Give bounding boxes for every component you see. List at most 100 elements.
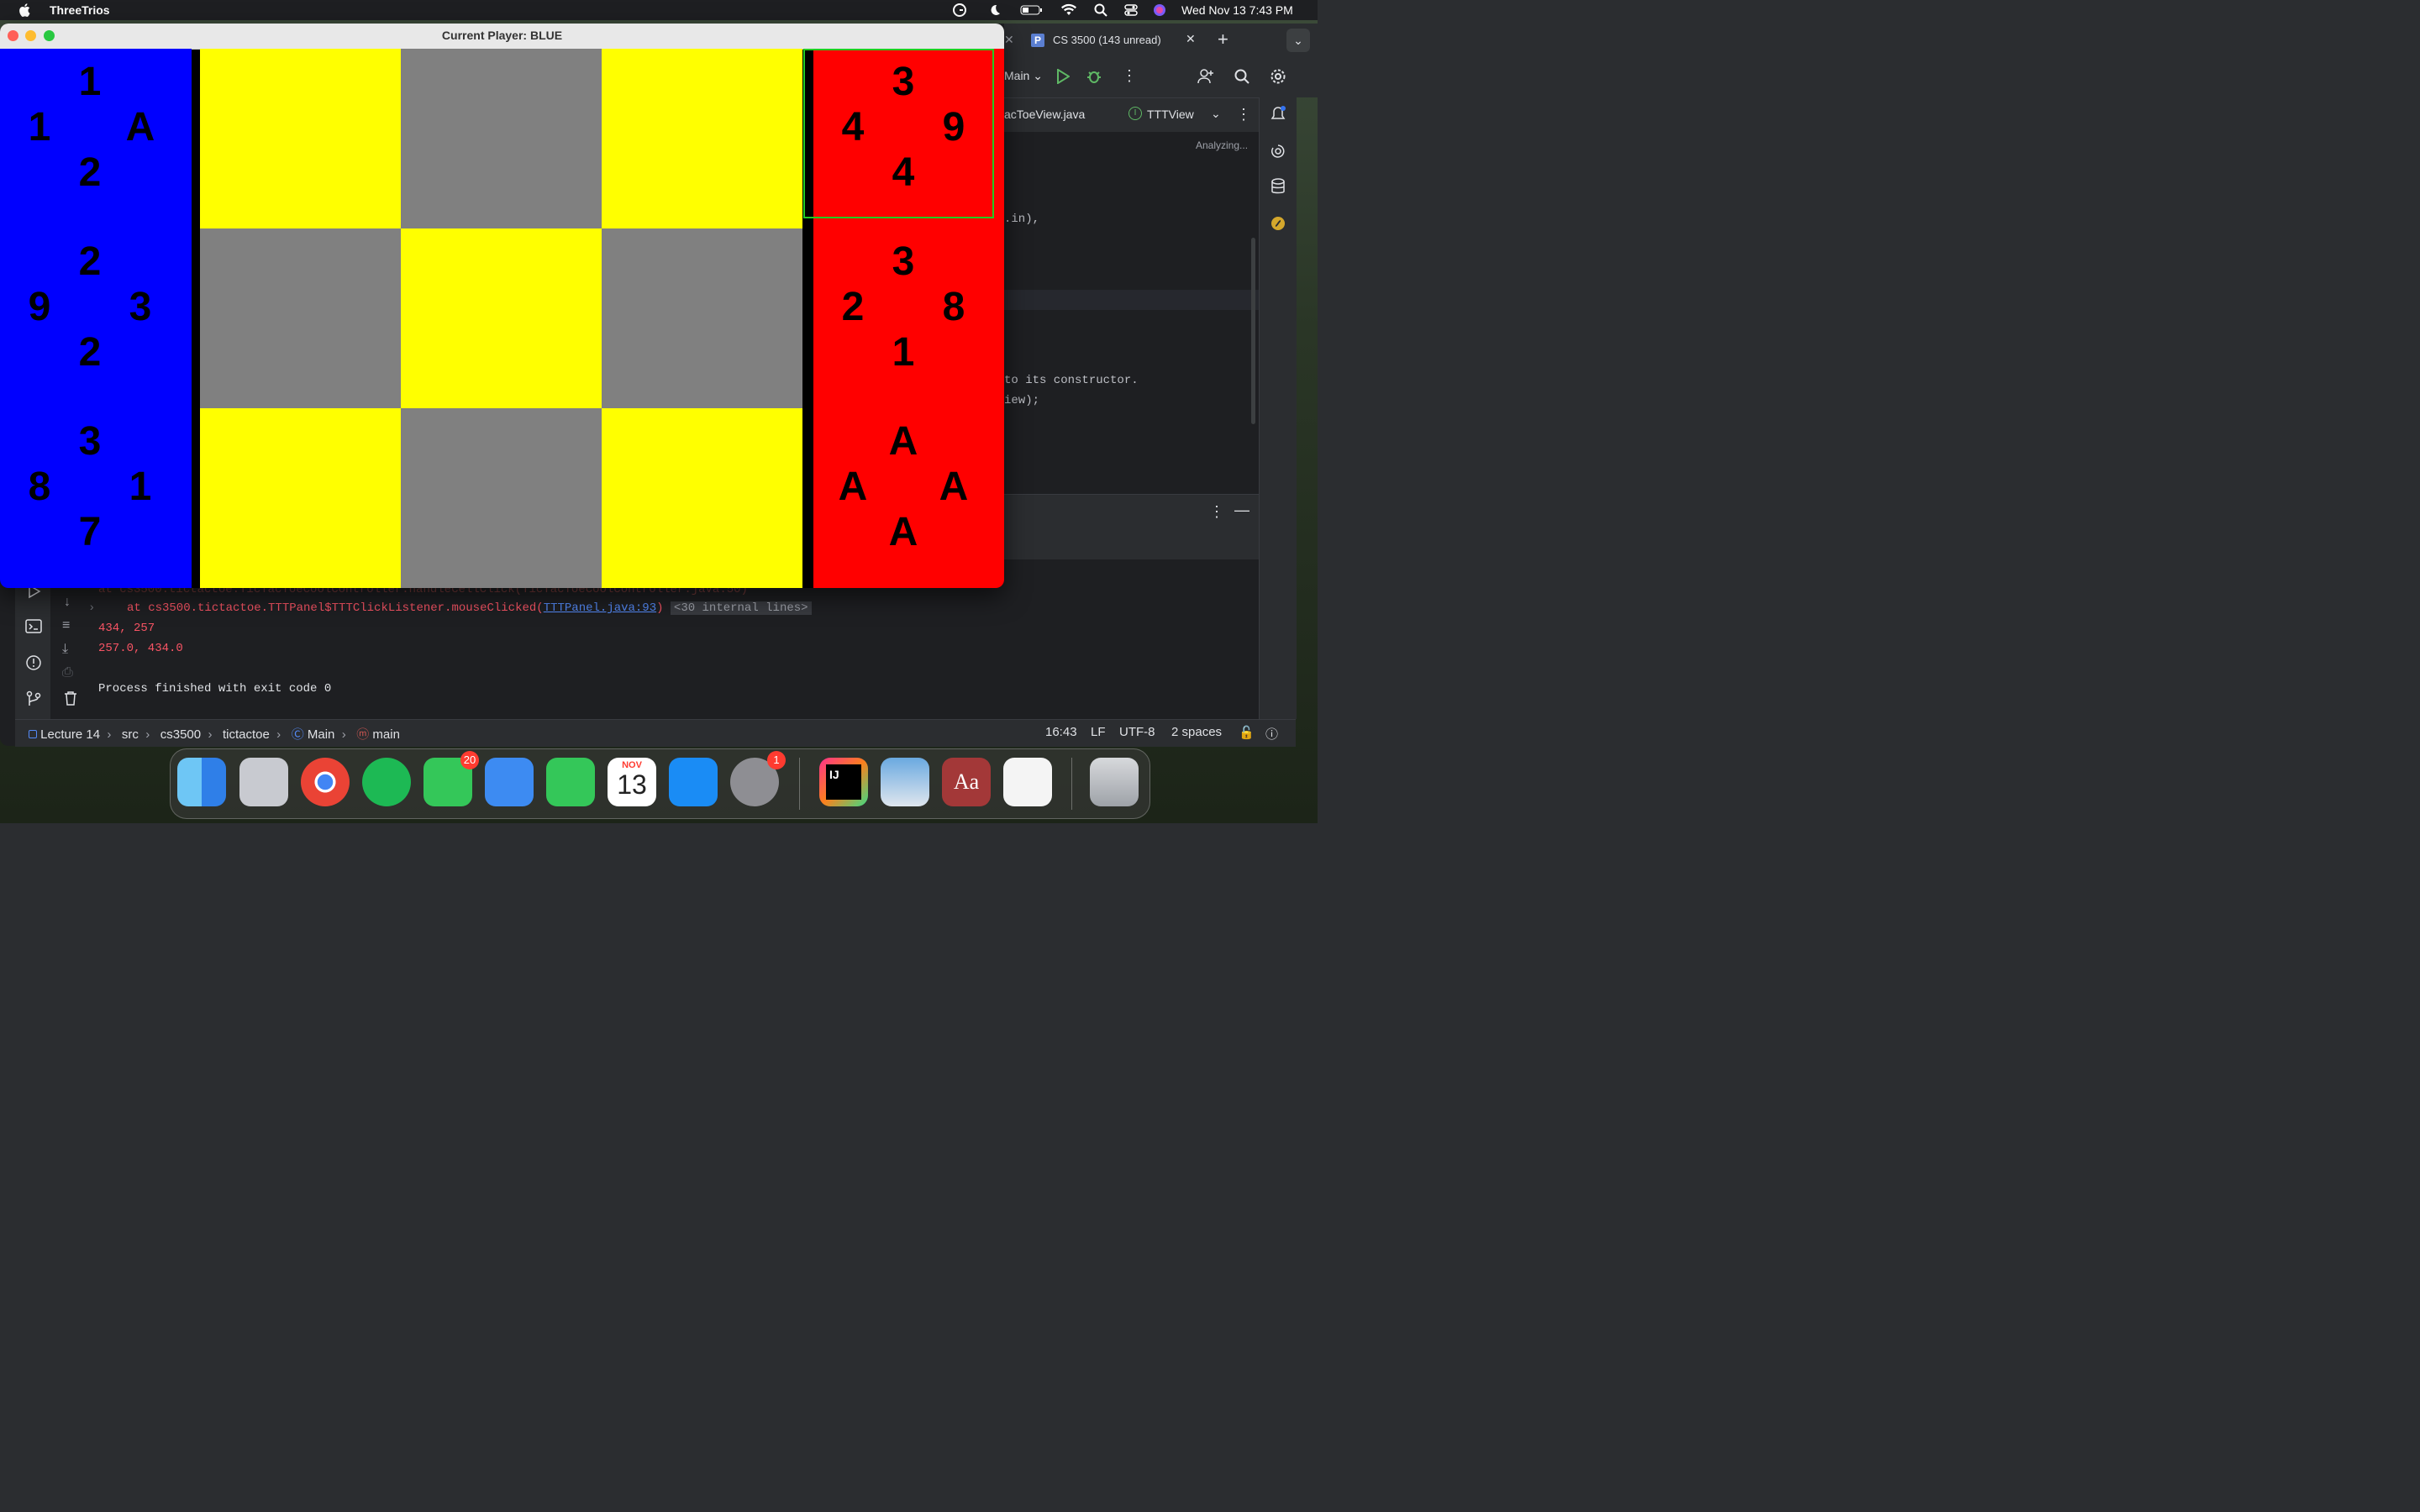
card-value-south: 2: [78, 330, 102, 375]
red-card[interactable]: AAAA: [813, 408, 1004, 588]
card-value-east: A: [125, 105, 155, 150]
tab-tttview[interactable]: TTTView: [1147, 108, 1194, 121]
plugin-icon[interactable]: [1270, 215, 1286, 232]
add-user-icon[interactable]: [1197, 68, 1214, 85]
file-encoding[interactable]: UTF-8: [1119, 725, 1155, 739]
expand-arrow-icon[interactable]: ›: [88, 601, 95, 615]
blue-card[interactable]: 12A1: [0, 49, 192, 228]
siri-icon[interactable]: [1153, 3, 1166, 17]
run-panel-more-icon[interactable]: ⋮: [1209, 503, 1224, 521]
crumb-separator: ›: [338, 727, 354, 742]
card-value-north: 3: [892, 239, 915, 284]
editor-file-tabs: acToeView.java I TTTView ⌄ ⋮: [1004, 97, 1259, 133]
empty-card-cell[interactable]: [602, 408, 802, 588]
trash-icon[interactable]: [1090, 758, 1139, 806]
run-icon[interactable]: [1056, 69, 1070, 84]
tab-overflow-chevron-icon[interactable]: ⌄: [1286, 29, 1310, 52]
crumb-method[interactable]: main: [372, 727, 400, 742]
tabs-dropdown-icon[interactable]: ⌄: [1211, 107, 1221, 121]
scroll-down-icon[interactable]: ↓: [64, 595, 71, 610]
control-center-icon[interactable]: [1124, 3, 1138, 17]
status-warning-icon[interactable]: ⓘ: [1265, 725, 1278, 743]
ai-assistant-icon[interactable]: [1270, 143, 1286, 160]
settings-gear-icon[interactable]: [1270, 68, 1286, 85]
empty-card-cell[interactable]: [200, 49, 401, 228]
menu-bar: ThreeTrios Wed Nov 13 7:43 PM: [0, 0, 1318, 20]
crumb-subpackage[interactable]: tictactoe: [223, 727, 270, 742]
tab-ttt-view-java[interactable]: acToeView.java: [1004, 108, 1085, 121]
calendar-icon[interactable]: NOV 13: [608, 758, 656, 806]
empty-card-cell[interactable]: [401, 228, 602, 408]
debug-icon[interactable]: [1086, 69, 1102, 84]
stack-trace-link[interactable]: TTTPanel.java:93: [544, 601, 656, 615]
chrome-icon[interactable]: [301, 758, 350, 806]
preview-icon[interactable]: [881, 758, 929, 806]
crumb-src[interactable]: src: [122, 727, 139, 742]
database-icon[interactable]: [1270, 178, 1286, 195]
clear-console-trash-icon[interactable]: [64, 690, 77, 706]
card-value-west: 8: [28, 465, 51, 509]
line-separator[interactable]: LF: [1091, 725, 1106, 739]
java-launcher-icon[interactable]: [1003, 758, 1052, 806]
lock-icon[interactable]: 🔓: [1239, 725, 1255, 740]
console-output-line: 257.0, 434.0: [98, 642, 183, 655]
internal-lines-fold[interactable]: <30 internal lines>: [670, 601, 812, 615]
dictionary-icon[interactable]: Aa: [942, 758, 991, 806]
indent-setting[interactable]: 2 spaces: [1171, 725, 1222, 739]
empty-card-cell[interactable]: [602, 49, 802, 228]
blue-card[interactable]: 2 23 9: [0, 228, 192, 408]
empty-card-cell[interactable]: [200, 408, 401, 588]
new-tab-icon[interactable]: +: [1218, 29, 1228, 50]
git-icon[interactable]: [25, 690, 42, 707]
cursor-position[interactable]: 16:43: [1045, 725, 1077, 739]
right-tool-strip: [1259, 97, 1297, 719]
menu-clock[interactable]: Wed Nov 13 7:43 PM: [1181, 3, 1293, 17]
messages-icon[interactable]: 20: [424, 751, 479, 806]
moon-icon[interactable]: [988, 3, 1002, 17]
apple-icon[interactable]: [18, 3, 30, 17]
app-name-menu[interactable]: ThreeTrios: [50, 3, 110, 17]
browser-tab-title[interactable]: CS 3500 (143 unread): [1053, 34, 1161, 46]
terminal-icon[interactable]: [25, 618, 42, 635]
status-bar: Lecture 14 › src › cs3500 › tictactoe › …: [15, 719, 1296, 747]
battery-icon[interactable]: [1020, 3, 1044, 17]
app-store-icon[interactable]: [669, 758, 718, 806]
blue-card[interactable]: 3 71 8: [0, 408, 192, 588]
facetime-icon[interactable]: [546, 758, 595, 806]
grammarly-icon[interactable]: [953, 3, 966, 17]
crumb-package[interactable]: cs3500: [160, 727, 201, 742]
intellij-icon[interactable]: IJ: [819, 758, 868, 806]
analyzing-status: Analyzing...: [1196, 139, 1249, 151]
tab-close-icon[interactable]: ✕: [1186, 32, 1196, 46]
minimize-panel-icon[interactable]: —: [1234, 501, 1249, 519]
launchpad-icon[interactable]: [239, 758, 288, 806]
print-icon[interactable]: ⎙: [62, 665, 73, 680]
console-output[interactable]: at cs3500.tictactoe.TicTacToeCoolControl…: [88, 583, 1259, 719]
crumb-class[interactable]: Main: [308, 727, 335, 742]
card-value-south: 2: [78, 150, 102, 195]
notifications-bell-icon[interactable]: [1270, 106, 1286, 123]
crumb-lecture[interactable]: Lecture 14: [40, 727, 100, 742]
run-panel-header: ⋮ —: [1004, 494, 1259, 530]
card-value-west: 9: [28, 285, 51, 329]
code-editor[interactable]: Analyzing... .in), to its constructor. i…: [1004, 132, 1259, 493]
wifi-icon[interactable]: [1060, 3, 1077, 17]
mail-icon[interactable]: [485, 758, 534, 806]
ide-search-icon[interactable]: [1234, 69, 1249, 84]
finder-icon[interactable]: [177, 758, 226, 806]
editor-scrollbar[interactable]: [1251, 238, 1255, 424]
game-title-bar[interactable]: Current Player: BLUE: [0, 24, 1004, 50]
tabs-more-icon[interactable]: ⋮: [1236, 106, 1251, 123]
console-output-line: 434, 257: [98, 622, 155, 635]
problems-icon[interactable]: [25, 654, 42, 671]
hole-cell: [200, 228, 401, 408]
spotify-icon[interactable]: [362, 758, 411, 806]
run-config-selector[interactable]: Main ⌄: [1004, 69, 1043, 83]
soft-wrap-icon[interactable]: ≡: [62, 618, 70, 633]
more-actions-icon[interactable]: ⋮: [1122, 67, 1137, 85]
search-icon[interactable]: [1094, 3, 1107, 17]
red-card[interactable]: 3 18 2: [813, 228, 1004, 408]
prev-tab-close-icon[interactable]: ✕: [1004, 33, 1014, 47]
system-settings-icon[interactable]: 1: [730, 751, 786, 806]
scroll-to-end-icon[interactable]: ⤓: [62, 642, 68, 657]
